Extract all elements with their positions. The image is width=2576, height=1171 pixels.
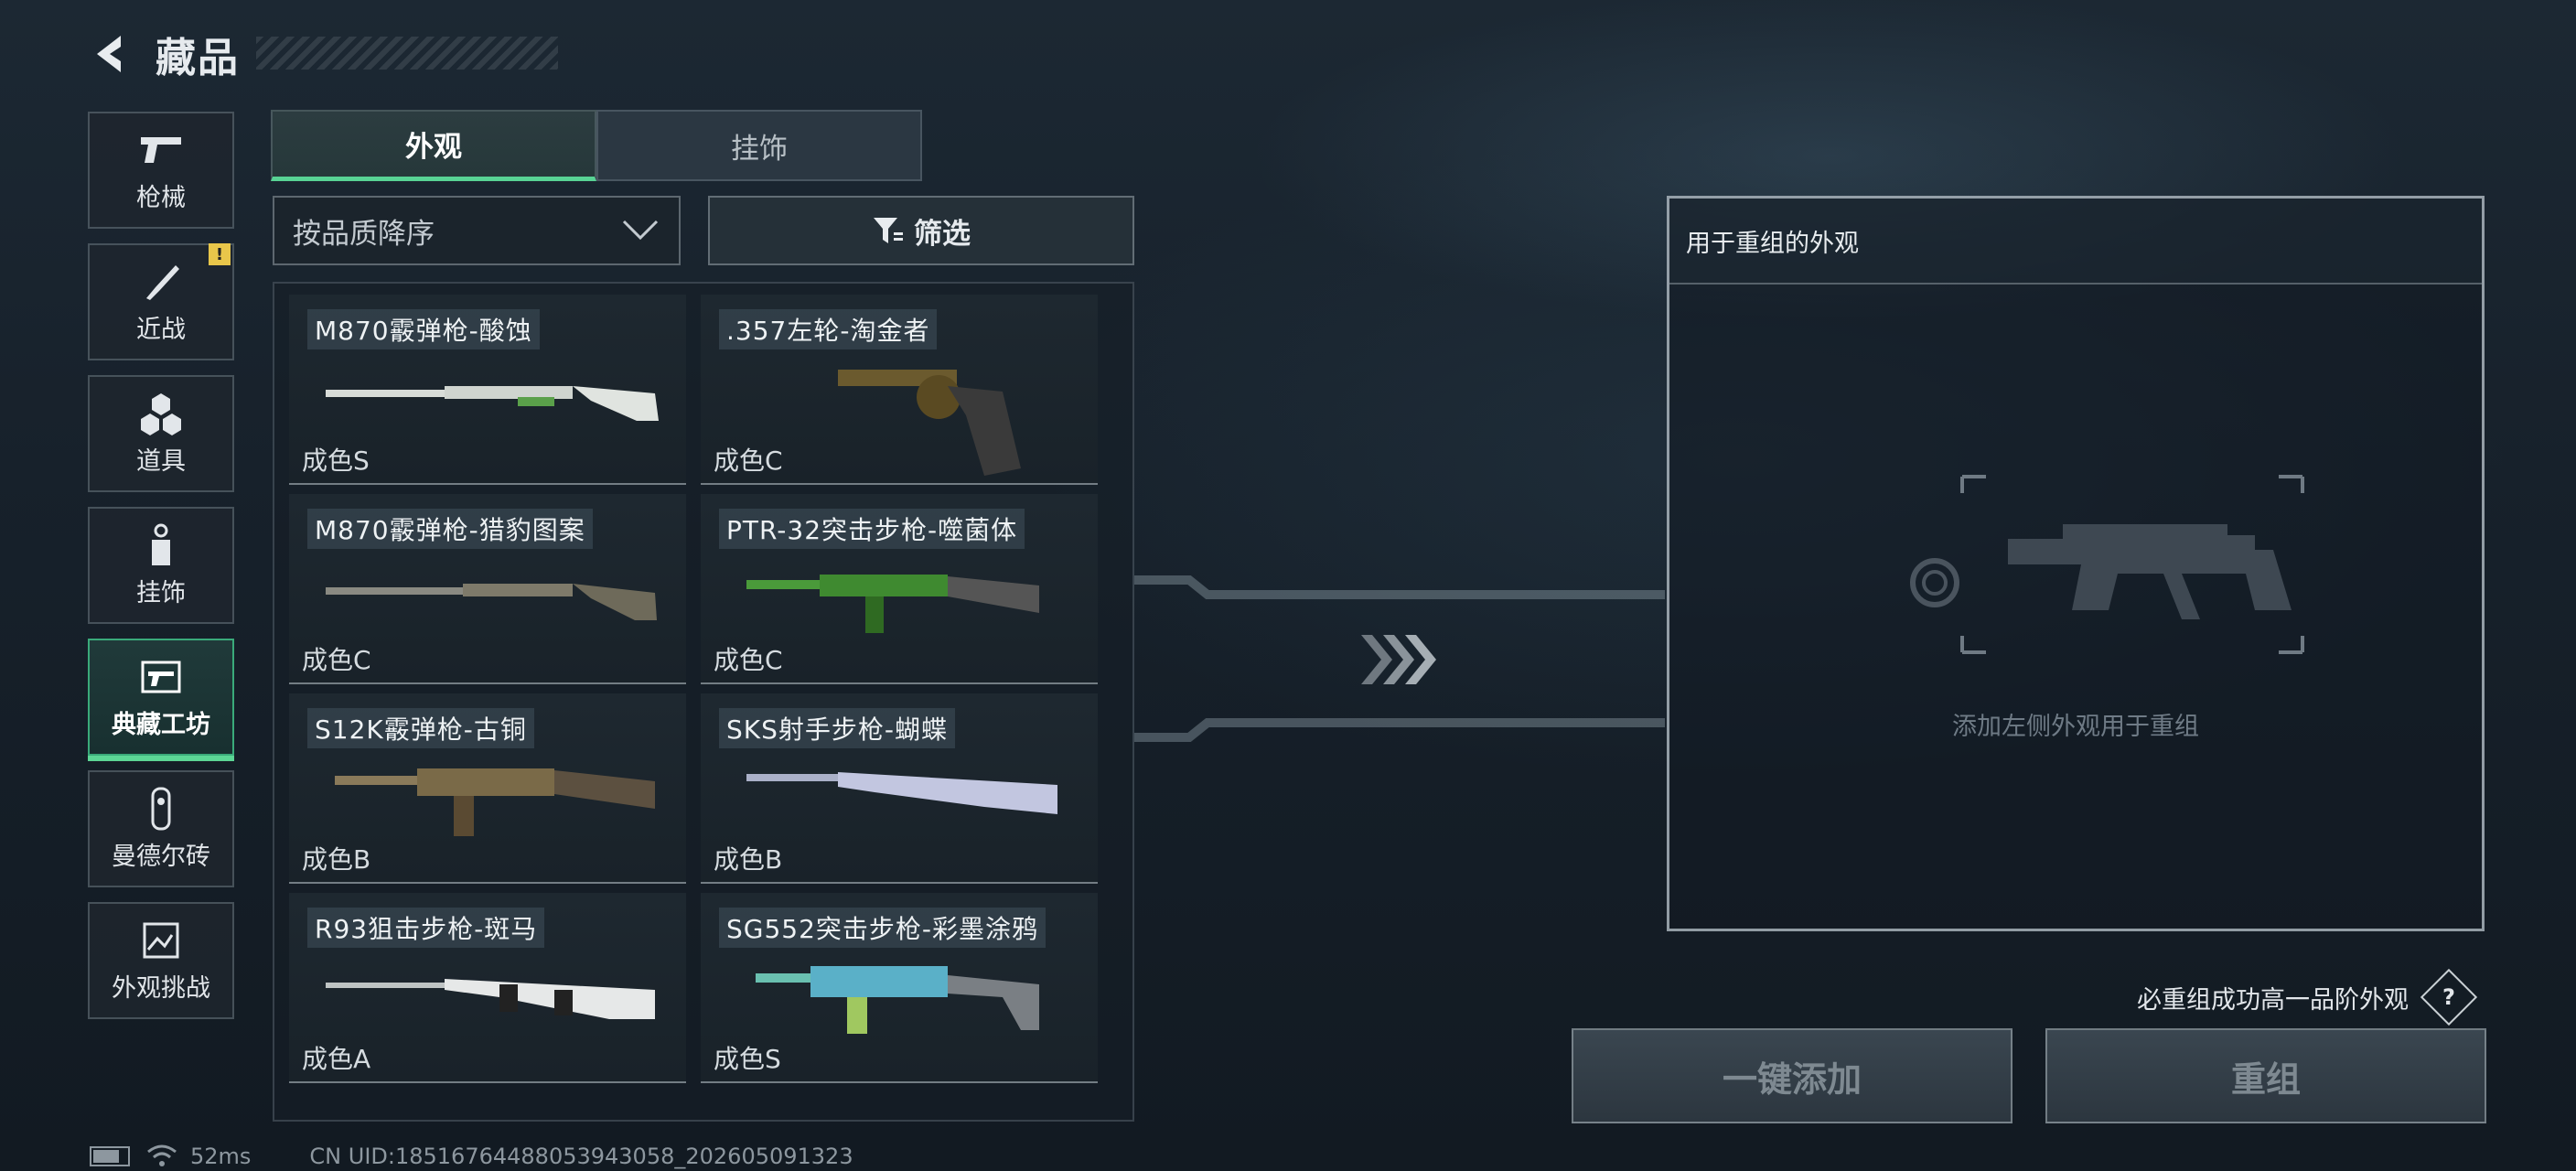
sidebar-item-workshop[interactable]: 典藏工坊 bbox=[88, 639, 234, 761]
wifi-icon bbox=[147, 1144, 177, 1166]
title-decoration bbox=[256, 37, 558, 70]
skin-card[interactable]: M870霰弹枪-猎豹图案 成色C bbox=[289, 494, 686, 684]
skin-grade: 成色A bbox=[302, 1044, 371, 1074]
category-sidebar: 枪械 ! 近战 道具 挂饰 典藏工坊 曼德尔砖 外观挑战 bbox=[88, 112, 236, 1034]
skin-card[interactable]: R93狙击步枪-斑马 成色A bbox=[289, 893, 686, 1083]
sidebar-item-skin-challenge[interactable]: 外观挑战 bbox=[88, 902, 234, 1019]
page-title: 藏品 bbox=[156, 35, 240, 81]
charm-tag-icon bbox=[134, 523, 188, 567]
skin-name: S12K霰弹枪-古铜 bbox=[307, 708, 534, 748]
skin-card[interactable]: SG552突击步枪-彩墨涂鸦 成色S bbox=[701, 893, 1098, 1083]
sidebar-item-label: 近战 bbox=[136, 315, 186, 344]
workshop-gun-icon bbox=[134, 655, 188, 699]
filter-label: 筛选 bbox=[914, 217, 971, 251]
knife-icon bbox=[134, 260, 188, 304]
pistol-icon bbox=[134, 128, 188, 172]
alert-badge: ! bbox=[209, 243, 231, 265]
tab-bar: 外观 挂饰 bbox=[271, 110, 922, 181]
skin-card[interactable]: .357左轮-淘金者 成色C bbox=[701, 295, 1098, 485]
recombine-note: 必重组成功高一品阶外观 ? bbox=[2137, 968, 2478, 1026]
skin-challenge-icon bbox=[134, 919, 188, 962]
user-uid: CN UID:18516764488053943058_202605091323 bbox=[309, 1144, 853, 1169]
sort-dropdown[interactable]: 按品质降序 bbox=[273, 196, 681, 265]
one-click-add-button[interactable]: 一键添加 bbox=[1572, 1028, 2012, 1123]
back-arrow-icon[interactable] bbox=[88, 30, 135, 78]
recombine-panel: 用于重组的外观 添加左侧外观用于重组 bbox=[1667, 196, 2485, 931]
tab-charms[interactable]: 挂饰 bbox=[596, 110, 922, 181]
sidebar-item-charms[interactable]: 挂饰 bbox=[88, 507, 234, 624]
recombine-button[interactable]: 重组 bbox=[2045, 1028, 2486, 1123]
empty-rifle-placeholder-icon bbox=[1910, 475, 2304, 654]
skin-name: PTR-32突击步枪-噬菌体 bbox=[719, 509, 1025, 549]
chevron-down-icon bbox=[622, 220, 659, 241]
sidebar-item-label: 外观挑战 bbox=[112, 973, 210, 1003]
sidebar-item-guns[interactable]: 枪械 bbox=[88, 112, 234, 229]
sidebar-item-label: 枪械 bbox=[136, 183, 186, 212]
skin-grade: 成色S bbox=[714, 1044, 781, 1074]
skin-grade: 成色C bbox=[714, 645, 783, 675]
skin-grade: 成色B bbox=[714, 844, 783, 875]
grenade-cluster-icon bbox=[134, 392, 188, 435]
skin-card[interactable]: S12K霰弹枪-古铜 成色B bbox=[289, 693, 686, 884]
header: 藏品 bbox=[88, 22, 240, 86]
recombine-panel-title: 用于重组的外观 bbox=[1669, 199, 2482, 285]
sort-value: 按品质降序 bbox=[293, 217, 435, 251]
sidebar-item-items[interactable]: 道具 bbox=[88, 375, 234, 492]
skin-name: SG552突击步枪-彩墨涂鸦 bbox=[719, 908, 1046, 948]
help-icon[interactable]: ? bbox=[2420, 968, 2478, 1026]
skin-card[interactable]: PTR-32突击步枪-噬菌体 成色C bbox=[701, 494, 1098, 684]
shotgun-skin-image bbox=[326, 386, 659, 421]
recombine-hint: 添加左侧外观用于重组 bbox=[1952, 713, 2199, 741]
recombine-note-text: 必重组成功高一品阶外观 bbox=[2137, 985, 2409, 1015]
skin-grade: 成色S bbox=[302, 446, 370, 476]
skin-name: .357左轮-淘金者 bbox=[719, 309, 938, 349]
skin-card[interactable]: M870霰弹枪-酸蚀 成色S bbox=[289, 295, 686, 485]
skin-grid: M870霰弹枪-酸蚀 成色S .357左轮-淘金者 成色C M870霰弹枪-猎豹… bbox=[273, 282, 1134, 1122]
shotgun-skin-image bbox=[326, 584, 657, 620]
sniper-skin-image bbox=[326, 979, 655, 1019]
ping-value: 52ms bbox=[190, 1144, 252, 1169]
sidebar-item-label: 道具 bbox=[136, 446, 186, 476]
sidebar-item-mandel-brick[interactable]: 曼德尔砖 bbox=[88, 770, 234, 887]
sidebar-item-label: 典藏工坊 bbox=[112, 710, 210, 739]
skin-grade: 成色C bbox=[714, 446, 783, 476]
skin-name: SKS射手步枪-蝴蝶 bbox=[719, 708, 956, 748]
skin-name: M870霰弹枪-猎豹图案 bbox=[307, 509, 593, 549]
skin-grade: 成色B bbox=[302, 844, 371, 875]
skin-name: R93狙击步枪-斑马 bbox=[307, 908, 545, 948]
skin-grade: 成色C bbox=[302, 645, 371, 675]
sidebar-item-label: 挂饰 bbox=[136, 578, 186, 607]
skin-card[interactable]: SKS射手步枪-蝴蝶 成色B bbox=[701, 693, 1098, 884]
tab-skins[interactable]: 外观 bbox=[271, 110, 596, 181]
status-bar: 52ms CN UID:18516764488053943058_2026050… bbox=[90, 1144, 853, 1169]
chevrons-right-icon bbox=[1361, 635, 1436, 684]
skin-name: M870霰弹枪-酸蚀 bbox=[307, 309, 540, 349]
sidebar-item-label: 曼德尔砖 bbox=[112, 842, 210, 871]
battery-icon bbox=[90, 1146, 130, 1166]
filter-button[interactable]: 筛选 bbox=[708, 196, 1134, 265]
mandel-brick-icon bbox=[134, 787, 188, 831]
sidebar-item-melee[interactable]: ! 近战 bbox=[88, 243, 234, 360]
filter-icon bbox=[874, 218, 903, 243]
